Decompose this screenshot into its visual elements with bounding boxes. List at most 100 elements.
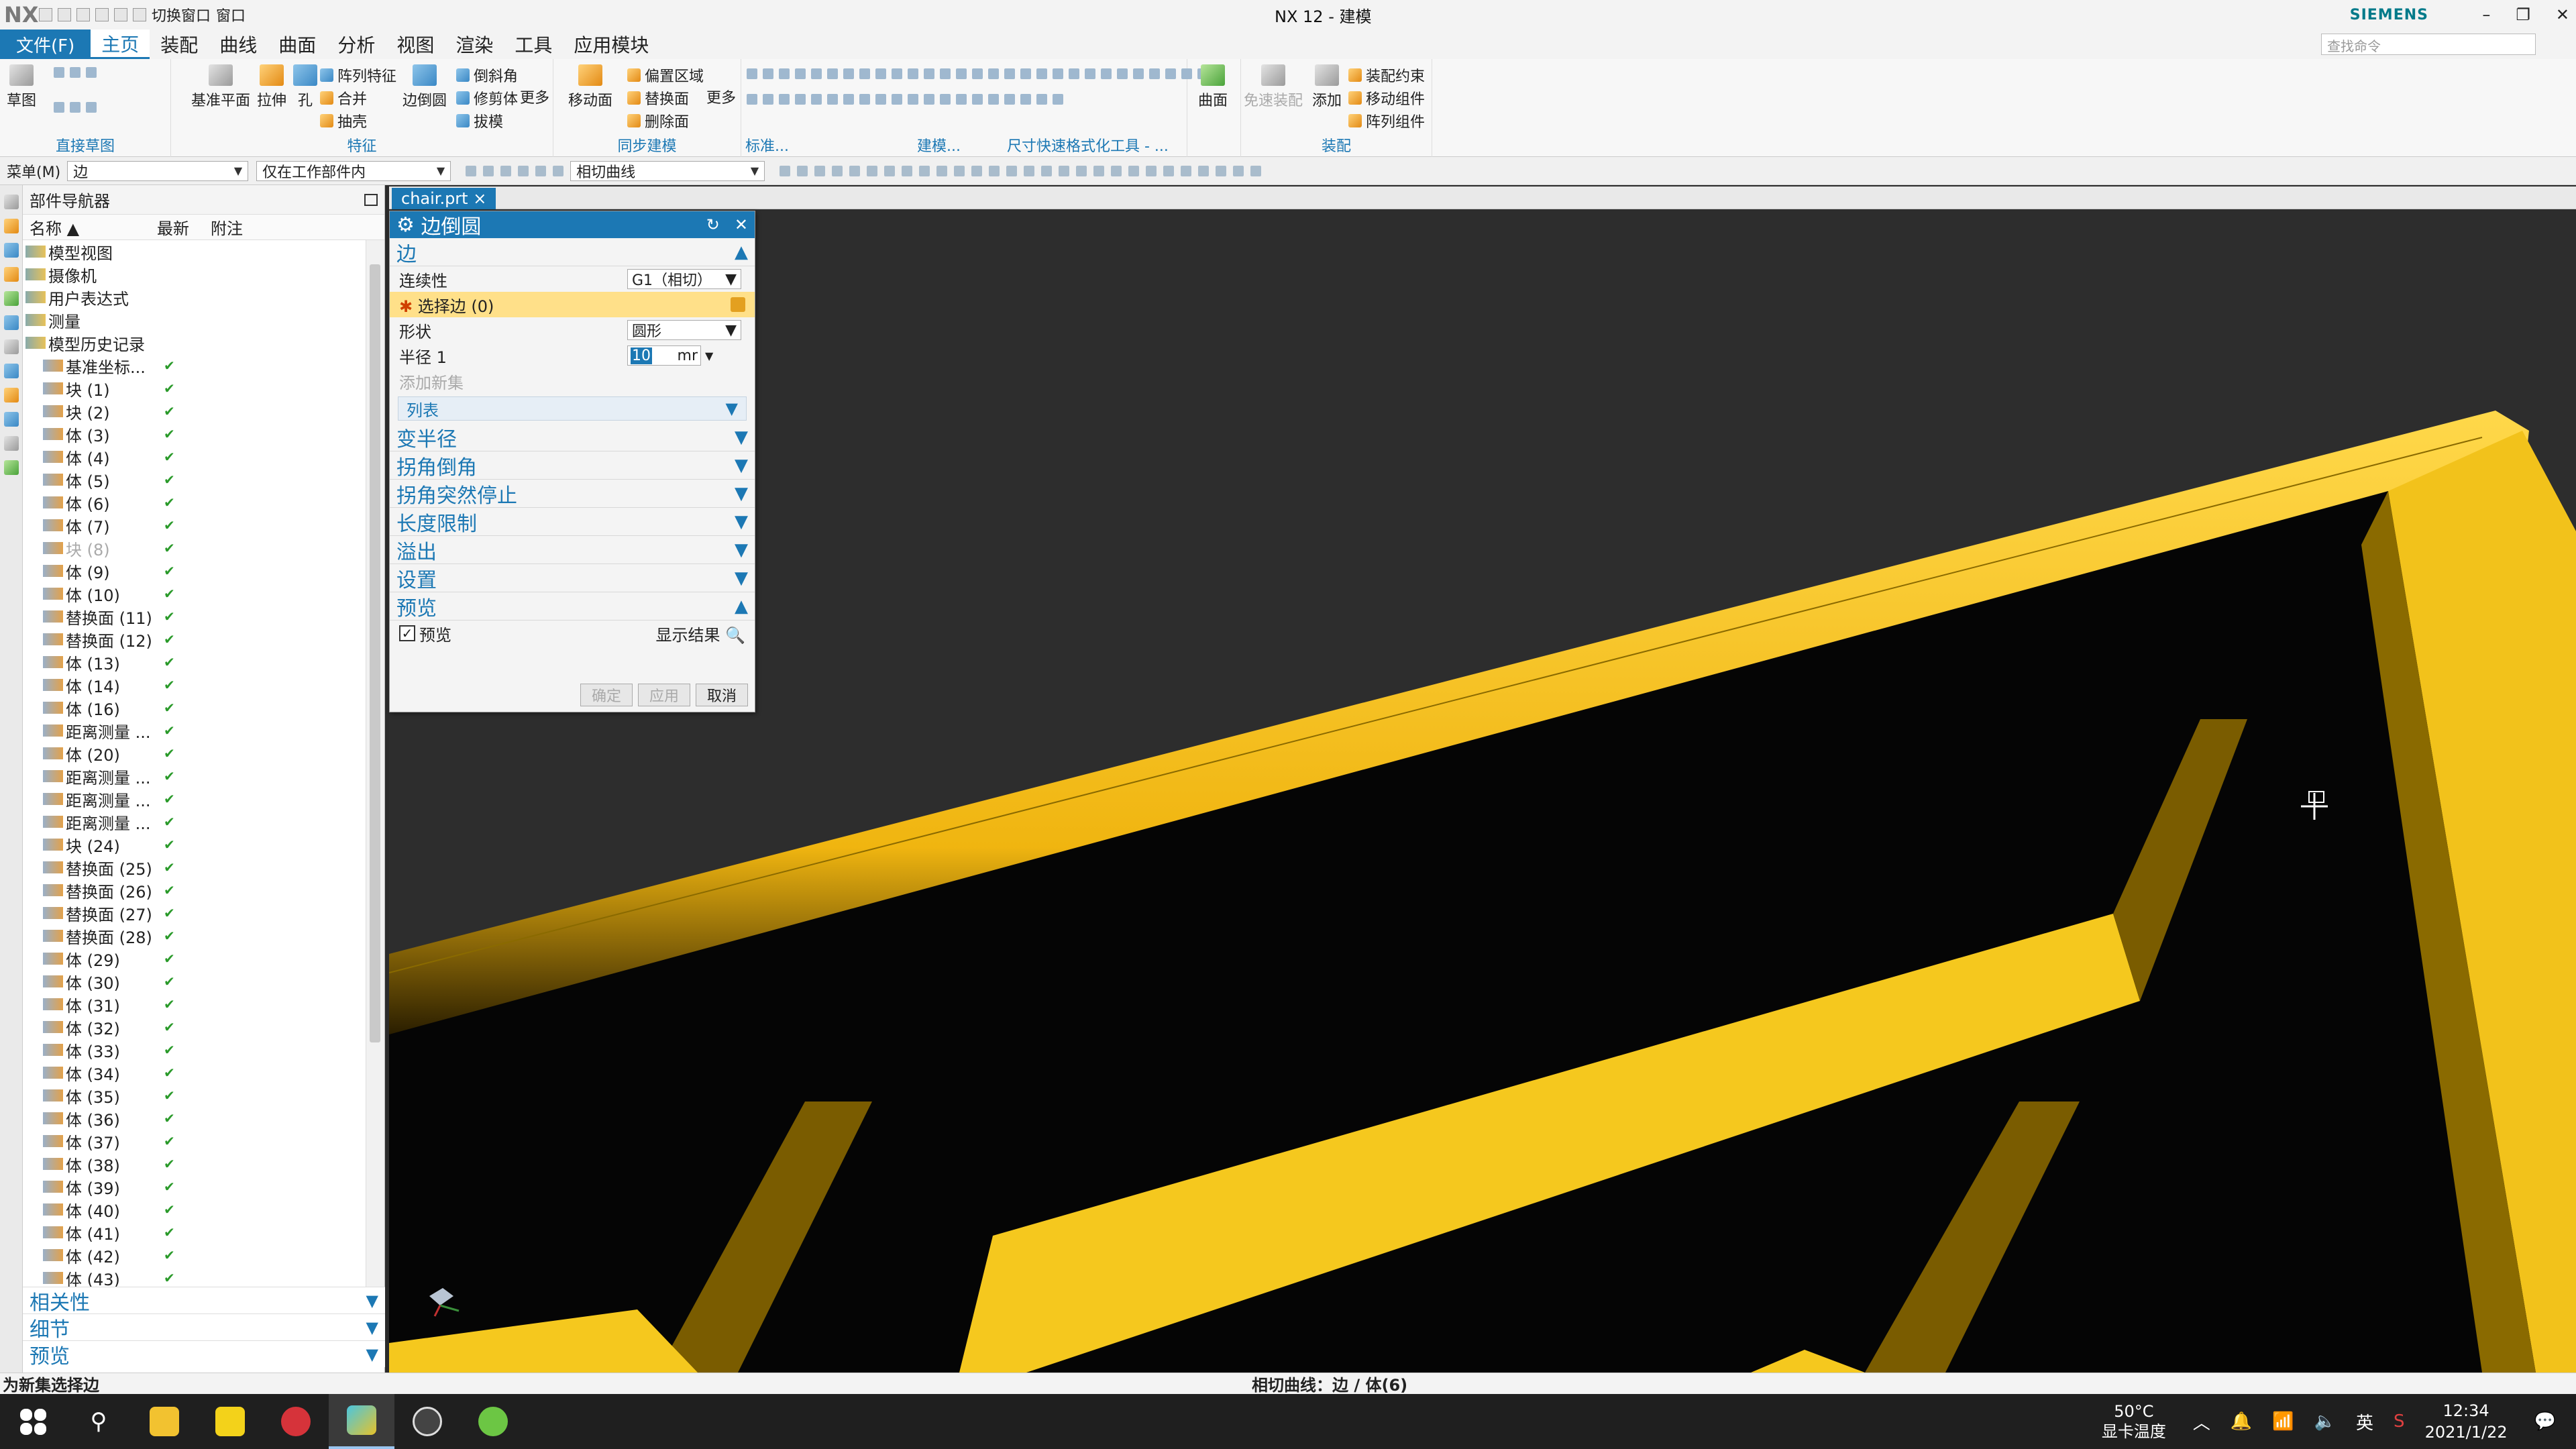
tab-assembly[interactable]: 装配	[150, 30, 209, 59]
column-latest[interactable]: 最新	[157, 215, 211, 239]
circle-icon[interactable]	[70, 102, 80, 113]
section-dependencies[interactable]: 相关性 ▼	[23, 1287, 385, 1315]
taskbar-netease-music[interactable]	[263, 1394, 329, 1449]
section-overflow[interactable]: 溢出 ▼	[390, 536, 755, 564]
tree-row[interactable]: 体 (31) ✔	[23, 993, 366, 1016]
tree-row[interactable]: 体 (38) ✔	[23, 1152, 366, 1175]
taskbar-app-green[interactable]	[460, 1394, 526, 1449]
rectangle-icon[interactable]	[70, 67, 80, 78]
deselect-icon[interactable]	[500, 165, 512, 176]
tree-row[interactable]: 替换面 (12) ✔	[23, 628, 366, 651]
sketch-button[interactable]: 草图	[7, 64, 36, 110]
bell-icon[interactable]: 🔔	[2231, 1411, 2252, 1432]
knowledge-icon[interactable]	[4, 460, 19, 475]
section-details[interactable]: 细节 ▼	[23, 1313, 385, 1342]
process-studio-icon[interactable]	[4, 388, 19, 402]
replace-face-button[interactable]: 替换面	[627, 87, 689, 109]
tree-row[interactable]: 体 (34) ✔	[23, 1061, 366, 1084]
select-edge-row[interactable]: ✱ 选择边 (0)	[390, 292, 755, 317]
tree-row[interactable]: 用户表达式	[23, 286, 366, 309]
tree-row[interactable]: 替换面 (25) ✔	[23, 856, 366, 879]
edge-blend-button[interactable]: 边倒圆	[402, 64, 447, 110]
tree-row[interactable]: 距离测量 ... ✔	[23, 765, 366, 788]
tab-surface[interactable]: 曲面	[268, 30, 327, 59]
add-new-set-row[interactable]: 添加新集	[390, 368, 755, 394]
chevron-down-icon[interactable]: ▼	[705, 350, 713, 362]
surface-button[interactable]: 曲面	[1198, 64, 1228, 110]
tree-row[interactable]: 体 (14) ✔	[23, 674, 366, 696]
section-stop-short[interactable]: 拐角突然停止 ▼	[390, 480, 755, 508]
section-variable-radius[interactable]: 变半径 ▼	[390, 423, 755, 451]
continuity-dropdown[interactable]: G1（相切） ▼	[627, 269, 741, 289]
tab-render[interactable]: 渲染	[445, 30, 504, 59]
tree-row[interactable]: 体 (32) ✔	[23, 1016, 366, 1038]
command-search-input[interactable]: 查找命令	[2321, 34, 2536, 55]
cut-icon[interactable]	[95, 8, 109, 21]
redo-icon[interactable]	[76, 8, 90, 21]
tree-row[interactable]: 体 (9) ✔	[23, 559, 366, 582]
tree-row[interactable]: 体 (10) ✔	[23, 582, 366, 605]
tree-row[interactable]: 体 (41) ✔	[23, 1221, 366, 1244]
offset-region-button[interactable]: 偏置区域	[627, 64, 704, 86]
web-browser-icon[interactable]	[4, 315, 19, 330]
tree-row[interactable]: 体 (20) ✔	[23, 742, 366, 765]
taskbar-app-yellow[interactable]	[197, 1394, 263, 1449]
add-component-button[interactable]: 添加	[1312, 64, 1342, 110]
curve-rule-dropdown[interactable]: 相切曲线 ▼	[570, 160, 765, 181]
section-settings[interactable]: 设置 ▼	[390, 564, 755, 592]
tree-row[interactable]: 体 (13) ✔	[23, 651, 366, 674]
ime-indicator[interactable]: 英	[2356, 1409, 2373, 1434]
switch-window-button[interactable]: 切换窗口	[152, 4, 211, 25]
scroll-thumb[interactable]	[370, 264, 380, 1042]
column-name[interactable]: 名称 ▲	[23, 215, 157, 239]
tree-row[interactable]: 体 (43) ✔	[23, 1267, 366, 1287]
close-button[interactable]: ✕	[2556, 5, 2569, 24]
tree-row[interactable]: 模型视图	[23, 240, 366, 263]
tree-row[interactable]: 体 (39) ✔	[23, 1175, 366, 1198]
tree-row[interactable]: 基准坐标... ✔	[23, 354, 366, 377]
point-icon[interactable]	[86, 102, 97, 113]
tree-row[interactable]: 体 (30) ✔	[23, 970, 366, 993]
dim-quick-format-label[interactable]: 尺寸快速格式化工具 - ...	[1007, 134, 1169, 156]
tree-row[interactable]: 测量	[23, 309, 366, 331]
shell-button[interactable]: 抽壳	[320, 110, 367, 131]
close-icon[interactable]: ×	[473, 189, 486, 208]
snap-icon[interactable]	[553, 165, 564, 176]
type-filter-dropdown[interactable]: 边 ▼	[67, 160, 249, 181]
taskbar-explorer[interactable]	[131, 1394, 197, 1449]
tab-view[interactable]: 视图	[386, 30, 445, 59]
radius-input[interactable]: 10 mr	[627, 345, 701, 366]
sogou-icon[interactable]: S	[2394, 1411, 2405, 1432]
tree-row[interactable]: 体 (42) ✔	[23, 1244, 366, 1267]
tree-row[interactable]: 体 (16) ✔	[23, 696, 366, 719]
tree-row[interactable]: 块 (24) ✔	[23, 833, 366, 856]
cancel-button[interactable]: 取消	[696, 684, 748, 706]
trim-body-button[interactable]: 修剪体	[456, 87, 518, 109]
reuse-library-icon[interactable]	[4, 291, 19, 306]
arc-icon[interactable]	[54, 102, 64, 113]
tree-row[interactable]: 替换面 (11) ✔	[23, 605, 366, 628]
hole-button[interactable]: 孔	[293, 64, 317, 110]
section-corner-setback[interactable]: 拐角倒角 ▼	[390, 451, 755, 480]
tree-row[interactable]: 替换面 (28) ✔	[23, 924, 366, 947]
selection-scope-dropdown[interactable]: 仅在工作部件内 ▼	[256, 160, 451, 181]
tree-row[interactable]: 体 (37) ✔	[23, 1130, 366, 1152]
slash-icon[interactable]	[86, 67, 97, 78]
notification-icon[interactable]: 💬	[2534, 1411, 2556, 1432]
modeling-group-label[interactable]: 建模...	[917, 134, 961, 156]
start-button[interactable]	[0, 1394, 66, 1449]
gpu-temperature[interactable]: 50°C 显卡温度	[2102, 1401, 2166, 1442]
pattern-component-button[interactable]: 阵列组件	[1348, 110, 1425, 131]
shape-dropdown[interactable]: 圆形 ▼	[627, 320, 741, 340]
maximize-icon[interactable]	[364, 193, 378, 206]
part-navigator-icon[interactable]	[4, 267, 19, 282]
doc-tab-chair[interactable]: chair.prt ×	[392, 188, 496, 209]
tab-curve[interactable]: 曲线	[209, 30, 268, 59]
section-edge[interactable]: 边 ▲	[390, 238, 755, 266]
tree-row[interactable]: 体 (35) ✔	[23, 1084, 366, 1107]
unite-button[interactable]: 合并	[320, 87, 367, 109]
list-toggle[interactable]: 列表 ▼	[398, 396, 747, 421]
chamfer-button[interactable]: 倒斜角	[456, 64, 518, 86]
datum-plane-button[interactable]: 基准平面	[191, 64, 250, 110]
preview-checkbox[interactable]: ✓	[399, 625, 415, 641]
